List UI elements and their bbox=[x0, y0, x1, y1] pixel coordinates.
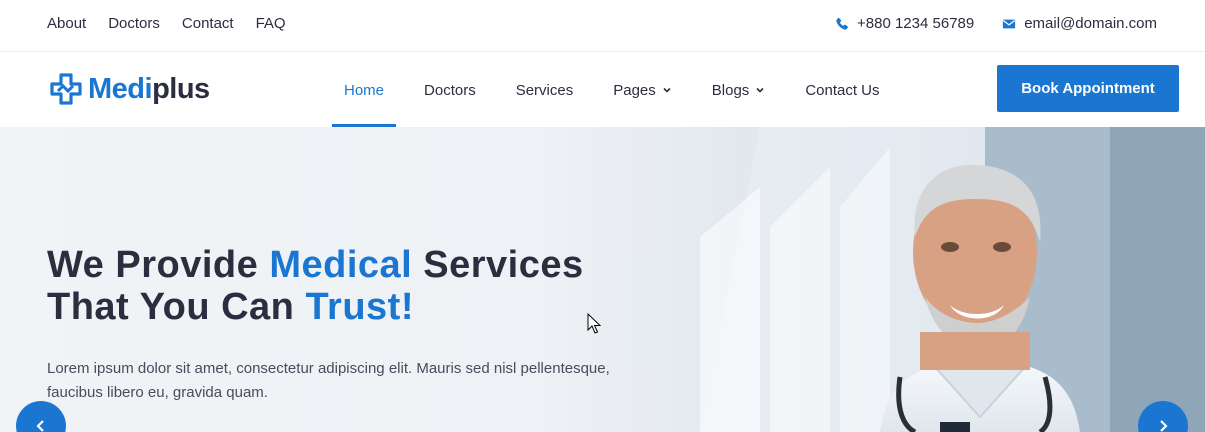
hero-description: Lorem ipsum dolor sit amet, consectetur … bbox=[47, 360, 610, 401]
top-link-doctors[interactable]: Doctors bbox=[108, 14, 160, 34]
top-bar: About Doctors Contact FAQ +880 1234 5678… bbox=[0, 0, 1205, 52]
chevron-right-icon bbox=[1160, 420, 1168, 432]
top-link-faq[interactable]: FAQ bbox=[256, 14, 286, 34]
nav-doctors[interactable]: Doctors bbox=[412, 53, 488, 127]
logo-text: Mediplus bbox=[88, 72, 210, 106]
nav-blogs-label: Blogs bbox=[711, 81, 750, 99]
chevron-down-icon bbox=[756, 87, 764, 93]
logo-cross-icon bbox=[50, 73, 82, 105]
hero-title: We Provide Medical Services That You Can… bbox=[47, 244, 667, 328]
logo[interactable]: Mediplus bbox=[50, 72, 210, 106]
hero-title-part: Services bbox=[412, 244, 584, 286]
email-address: email@domain.com bbox=[1024, 15, 1157, 32]
hero-title-highlight: Trust! bbox=[305, 286, 414, 328]
top-contact: +880 1234 56789 email@domain.com bbox=[835, 14, 1157, 34]
top-link-contact[interactable]: Contact bbox=[182, 14, 234, 34]
logo-text-medi: Medi bbox=[88, 73, 153, 105]
nav-doctors-label: Doctors bbox=[424, 81, 476, 99]
email-contact[interactable]: email@domain.com bbox=[1002, 14, 1157, 34]
phone-icon bbox=[836, 17, 848, 30]
nav-blogs[interactable]: Blogs bbox=[700, 53, 778, 127]
nav-home-label: Home bbox=[344, 81, 385, 99]
hero-title-part: We Provide bbox=[47, 244, 270, 286]
nav-services-label: Services bbox=[515, 81, 574, 99]
mouse-cursor-icon bbox=[587, 313, 601, 334]
nav-home[interactable]: Home bbox=[332, 53, 397, 127]
main-header: Mediplus Home Doctors Services Pages Blo… bbox=[0, 53, 1205, 127]
nav-pages[interactable]: Pages bbox=[601, 53, 684, 127]
envelope-icon bbox=[1003, 19, 1016, 29]
phone-contact[interactable]: +880 1234 56789 bbox=[835, 14, 974, 34]
top-links: About Doctors Contact FAQ bbox=[47, 14, 308, 34]
nav-pages-label: Pages bbox=[613, 81, 656, 99]
main-nav: Home Doctors Services Pages Blogs Contac… bbox=[332, 53, 908, 127]
hero-title-part: That You Can bbox=[47, 286, 306, 328]
top-link-about[interactable]: About bbox=[47, 14, 86, 34]
hero-title-highlight: Medical bbox=[269, 244, 413, 286]
nav-contact-us-label: Contact Us bbox=[805, 81, 880, 99]
nav-services[interactable]: Services bbox=[504, 53, 586, 127]
phone-number: +880 1234 56789 bbox=[857, 15, 975, 32]
chevron-down-icon bbox=[663, 87, 671, 93]
chevron-left-icon bbox=[36, 420, 44, 432]
book-appointment-button[interactable]: Book Appointment bbox=[997, 65, 1179, 112]
logo-text-plus: plus bbox=[152, 73, 210, 105]
nav-contact-us[interactable]: Contact Us bbox=[793, 53, 891, 127]
hero-slider: We Provide Medical Services That You Can… bbox=[0, 127, 1205, 432]
